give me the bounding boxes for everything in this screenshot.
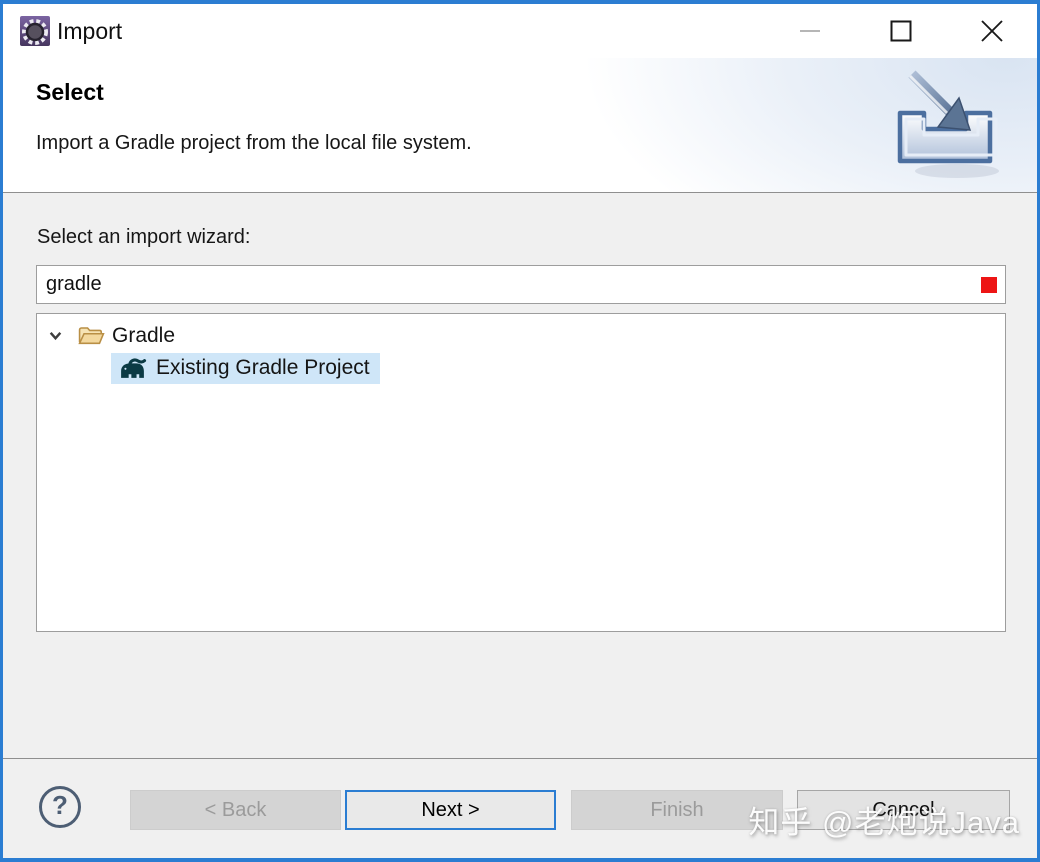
tree-item-label: Gradle xyxy=(112,324,175,348)
finish-button[interactable]: Finish xyxy=(571,790,783,830)
import-wizard-dialog: Import Select Import a Gradle pr xyxy=(0,0,1040,862)
window-title: Import xyxy=(57,18,122,45)
eclipse-gear-icon xyxy=(20,16,50,46)
cancel-button[interactable]: Cancel xyxy=(797,790,1010,830)
page-title: Select xyxy=(36,79,104,106)
maximize-button[interactable] xyxy=(855,4,946,58)
wizard-select-label: Select an import wizard: xyxy=(37,226,250,249)
back-button[interactable]: < Back xyxy=(130,790,341,830)
open-folder-icon xyxy=(78,325,105,346)
window-border-left xyxy=(0,0,3,862)
wizard-filter-field xyxy=(36,265,1006,304)
minimize-icon xyxy=(798,19,822,43)
close-icon xyxy=(979,18,1005,44)
minimize-button[interactable] xyxy=(764,4,855,58)
import-banner-icon xyxy=(879,64,1011,186)
wizard-tree: Gradle Existing Gradle Project xyxy=(36,313,1006,632)
gradle-elephant-icon xyxy=(118,358,147,379)
tree-item-existing-gradle-project[interactable]: Existing Gradle Project xyxy=(37,352,1005,385)
window-border-top xyxy=(0,0,1040,4)
chevron-down-icon[interactable] xyxy=(47,328,63,344)
window-border-bottom xyxy=(0,858,1040,862)
title-bar: Import xyxy=(3,4,1037,58)
tree-item-gradle-category[interactable]: Gradle xyxy=(37,319,1005,352)
help-button[interactable]: ? xyxy=(39,786,81,828)
tree-item-label: Existing Gradle Project xyxy=(156,356,370,380)
button-bar: ? < Back Next > Finish Cancel xyxy=(3,758,1037,858)
wizard-header: Select Import a Gradle project from the … xyxy=(3,58,1037,193)
red-marker-icon xyxy=(981,277,997,293)
maximize-icon xyxy=(889,19,913,43)
close-button[interactable] xyxy=(946,4,1037,58)
next-button[interactable]: Next > xyxy=(345,790,556,830)
page-description: Import a Gradle project from the local f… xyxy=(36,132,472,155)
wizard-filter-input[interactable] xyxy=(37,266,1005,303)
window-controls xyxy=(764,4,1037,58)
help-question-icon: ? xyxy=(52,790,68,821)
selected-tree-item[interactable]: Existing Gradle Project xyxy=(111,353,380,384)
